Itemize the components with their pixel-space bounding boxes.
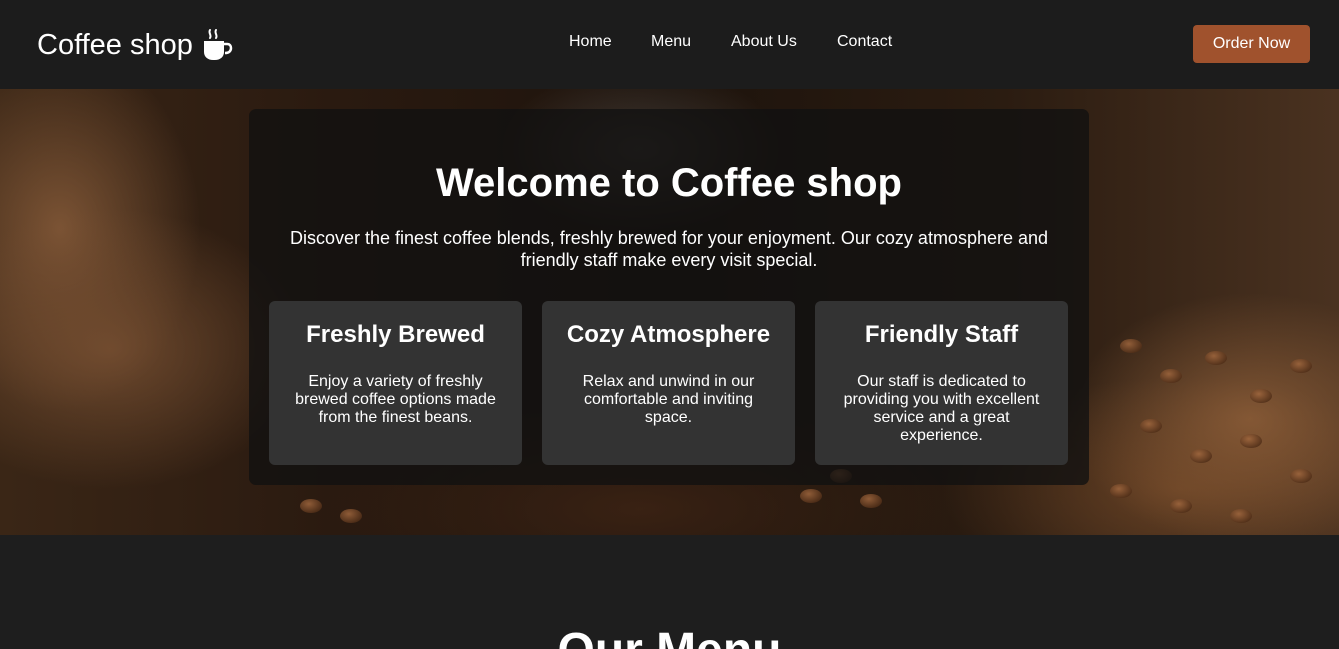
coffee-bean-decoration <box>300 499 322 513</box>
nav-link-home[interactable]: Home <box>569 33 612 51</box>
feature-card-text: Our staff is dedicated to providing you … <box>843 373 1040 444</box>
brand-logo[interactable]: Coffee shop <box>37 25 233 65</box>
nav-link-contact[interactable]: Contact <box>837 33 892 51</box>
feature-card-freshly-brewed: Freshly Brewed Enjoy a variety of freshl… <box>269 301 522 465</box>
brand-name: Coffee shop <box>37 28 193 61</box>
feature-card-title: Friendly Staff <box>864 321 1019 348</box>
coffee-bean-decoration <box>1120 339 1142 353</box>
hero-title: Welcome to Coffee shop <box>436 161 902 205</box>
feature-card-friendly-staff: Friendly Staff Our staff is dedicated to… <box>815 301 1068 465</box>
hero-panel: Welcome to Coffee shop Discover the fine… <box>249 109 1089 485</box>
menu-section: Our Menu <box>0 535 1339 649</box>
coffee-bean-decoration <box>1140 419 1162 433</box>
order-now-button[interactable]: Order Now <box>1193 25 1310 63</box>
coffee-bean-decoration <box>1110 484 1132 498</box>
coffee-bean-decoration <box>800 489 822 503</box>
coffee-bean-decoration <box>1170 499 1192 513</box>
coffee-bean-decoration <box>340 509 362 523</box>
coffee-bean-decoration <box>1205 351 1227 365</box>
feature-card-title: Cozy Atmosphere <box>566 321 771 348</box>
feature-card-cozy-atmosphere: Cozy Atmosphere Relax and unwind in our … <box>542 301 795 465</box>
coffee-bean-decoration <box>1160 369 1182 383</box>
coffee-bean-decoration <box>1250 389 1272 403</box>
coffee-bean-decoration <box>1240 434 1262 448</box>
coffee-bean-decoration <box>1190 449 1212 463</box>
coffee-bean-decoration <box>1290 359 1312 373</box>
menu-heading: Our Menu <box>0 623 1339 649</box>
nav-link-menu[interactable]: Menu <box>651 33 691 51</box>
nav-link-about-us[interactable]: About Us <box>731 33 797 51</box>
navbar: Coffee shop Home Menu About Us Contact O… <box>0 0 1339 89</box>
hero-section: Welcome to Coffee shop Discover the fine… <box>0 89 1339 535</box>
feature-card-title: Freshly Brewed <box>306 321 485 348</box>
feature-card-text: Relax and unwind in our comfortable and … <box>582 373 755 426</box>
hero-subtitle: Discover the finest coffee blends, fresh… <box>289 228 1049 270</box>
coffee-bean-decoration <box>1230 509 1252 523</box>
coffee-bean-decoration <box>860 494 882 508</box>
feature-card-text: Enjoy a variety of freshly brewed coffee… <box>295 373 496 426</box>
coffee-cup-icon <box>201 28 233 62</box>
coffee-bean-decoration <box>1290 469 1312 483</box>
